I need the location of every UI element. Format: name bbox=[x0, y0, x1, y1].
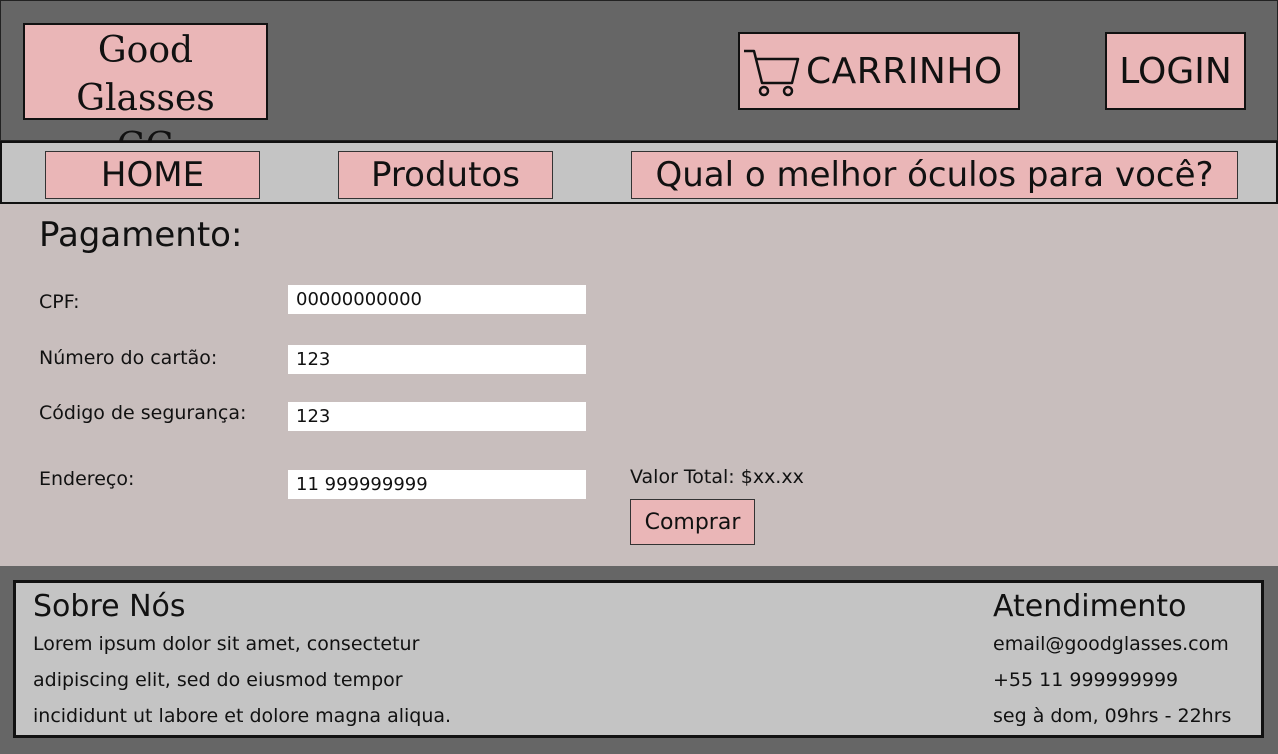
contact-title: Atendimento bbox=[993, 589, 1187, 624]
nav-bar: HOME Produtos Qual o melhor óculos para … bbox=[0, 141, 1278, 204]
nav-produtos-button[interactable]: Produtos bbox=[338, 151, 553, 199]
security-code-input[interactable] bbox=[288, 402, 586, 431]
cart-label: CARRINHO bbox=[806, 50, 1003, 92]
cart-button[interactable]: CARRINHO bbox=[738, 32, 1020, 110]
logo[interactable]: Good Glasses GG bbox=[23, 23, 268, 167]
nav-melhor-oculos-button[interactable]: Qual o melhor óculos para você? bbox=[631, 151, 1238, 199]
contact-email[interactable]: email@goodglasses.com bbox=[993, 633, 1229, 655]
about-line-3: incididunt ut labore et dolore magna ali… bbox=[33, 705, 452, 727]
contact-hours: seg à dom, 09hrs - 22hrs bbox=[993, 705, 1232, 727]
address-label: Endereço: bbox=[39, 468, 135, 490]
login-button[interactable]: LOGIN bbox=[1105, 32, 1246, 110]
card-number-label: Número do cartão: bbox=[39, 347, 218, 369]
contact-phone: +55 11 999999999 bbox=[993, 669, 1179, 691]
cpf-input[interactable] bbox=[288, 285, 586, 314]
page-title: Pagamento: bbox=[39, 215, 243, 255]
buy-button[interactable]: Comprar bbox=[630, 499, 755, 545]
security-code-label: Código de segurança: bbox=[39, 402, 247, 424]
nav-home-button[interactable]: HOME bbox=[45, 151, 260, 199]
about-line-2: adipiscing elit, sed do eiusmod tempor bbox=[33, 669, 403, 691]
cart-icon bbox=[744, 49, 800, 97]
about-title: Sobre Nós bbox=[33, 589, 186, 624]
address-input[interactable] bbox=[288, 470, 586, 499]
about-line-1: Lorem ipsum dolor sit amet, consectetur bbox=[33, 633, 420, 655]
logo-line-1: Good Glasses bbox=[76, 30, 215, 119]
card-number-input[interactable] bbox=[288, 345, 586, 374]
cpf-label: CPF: bbox=[39, 291, 80, 313]
footer: Sobre Nós Lorem ipsum dolor sit amet, co… bbox=[13, 580, 1264, 738]
total-value: Valor Total: $xx.xx bbox=[630, 466, 804, 488]
